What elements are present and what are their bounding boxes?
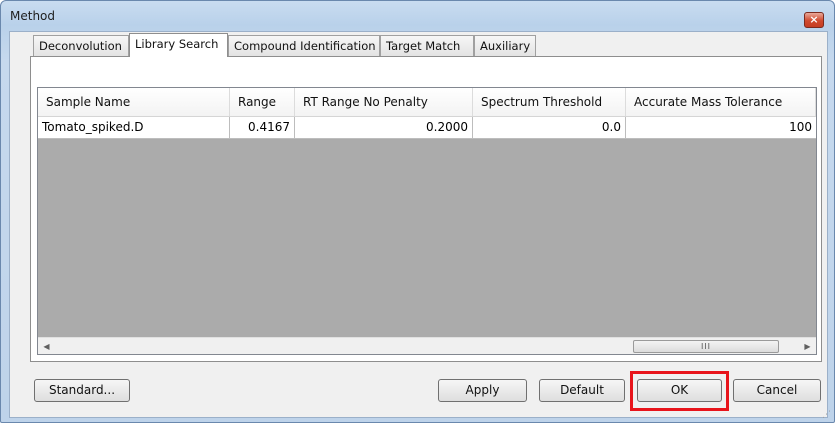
column-header-range[interactable]: Range xyxy=(230,88,295,116)
tab-compound-identification[interactable]: Compound Identification xyxy=(228,35,380,56)
column-header-accurate-mass-tolerance[interactable]: Accurate Mass Tolerance xyxy=(626,88,816,116)
window-title: Method xyxy=(10,9,56,23)
scroll-right-icon[interactable]: ▶ xyxy=(799,338,816,354)
tab-deconvolution[interactable]: Deconvolution xyxy=(33,35,129,56)
close-button[interactable]: × xyxy=(804,12,824,28)
apply-button[interactable]: Apply xyxy=(438,379,527,402)
scroll-thumb[interactable]: III xyxy=(633,340,779,353)
tab-target-match[interactable]: Target Match xyxy=(380,35,474,56)
scroll-left-icon[interactable]: ◀ xyxy=(38,338,55,354)
cell-spectrum-threshold[interactable]: 0.0 xyxy=(473,117,626,139)
title-bar[interactable]: Method × xyxy=(1,1,834,31)
tab-library-search[interactable]: Library Search xyxy=(129,33,228,57)
table-row[interactable]: Tomato_spiked.D 0.4167 0.2000 0.0 100 xyxy=(38,117,816,139)
column-header-rt-range-no-penalty[interactable]: RT Range No Penalty xyxy=(295,88,473,116)
sample-table: Sample Name Range RT Range No Penalty Sp… xyxy=(37,87,817,355)
default-button[interactable]: Default xyxy=(539,379,625,402)
cancel-button[interactable]: Cancel xyxy=(733,379,821,402)
horizontal-scrollbar[interactable]: ◀ III ▶ xyxy=(38,337,816,354)
cell-accurate-mass-tolerance[interactable]: 100 xyxy=(626,117,816,139)
ok-button[interactable]: OK xyxy=(637,379,722,402)
cell-sample-name[interactable]: Tomato_spiked.D xyxy=(38,117,230,139)
cell-range[interactable]: 0.4167 xyxy=(230,117,295,139)
tab-auxiliary[interactable]: Auxiliary xyxy=(474,35,536,56)
method-dialog: Method × Deconvolution Library Search Co… xyxy=(0,0,835,423)
column-header-sample-name[interactable]: Sample Name xyxy=(38,88,230,116)
standard-button[interactable]: Standard... xyxy=(34,379,130,402)
table-header: Sample Name Range RT Range No Penalty Sp… xyxy=(38,88,816,117)
resize-grip-icon[interactable]: ⋰ xyxy=(822,410,832,420)
cell-rt-range-no-penalty[interactable]: 0.2000 xyxy=(295,117,473,139)
close-icon: × xyxy=(809,13,819,26)
column-header-spectrum-threshold[interactable]: Spectrum Threshold xyxy=(473,88,626,116)
